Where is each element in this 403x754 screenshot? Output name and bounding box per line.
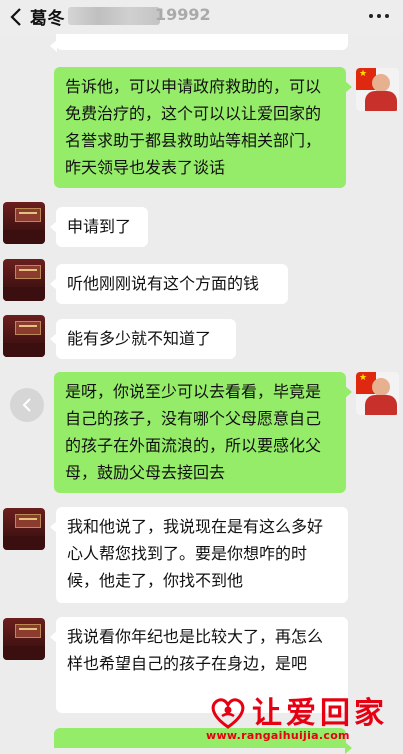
heart-hands-logo-icon	[211, 698, 245, 729]
my-avatar[interactable]: ★	[356, 372, 399, 415]
chevron-left-icon[interactable]	[10, 388, 44, 422]
contact-avatar[interactable]	[3, 315, 45, 357]
contact-avatar[interactable]	[3, 508, 45, 550]
contact-avatar[interactable]	[3, 202, 45, 244]
message-bubble-outgoing[interactable]: 是呀，你说至少可以去看看，毕竟是自己的孩子，没有哪个父母愿意自己的孩子在外面流浪…	[54, 372, 352, 493]
message-bubble-incoming[interactable]: 听他刚刚说有这个方面的钱	[50, 264, 288, 304]
contact-avatar[interactable]	[3, 259, 45, 301]
watermark-brand: 让爱回家	[252, 696, 388, 731]
chat-title: 葛冬	[30, 9, 65, 29]
message-bubble-outgoing[interactable]: 告诉他，可以申请政府救助的，可以免费治疗的，这个可以以让爱回家的名誉求助于都县救…	[54, 67, 352, 188]
redacted-contact-id	[68, 7, 160, 25]
chat-title-suffix: 19992	[155, 5, 211, 24]
chat-header: 葛冬 19992	[0, 0, 403, 34]
my-avatar[interactable]: ★	[356, 68, 399, 111]
message-bubble-incoming[interactable]: 申请到了	[50, 207, 148, 247]
message-bubble-incoming[interactable]: 我和他说了，我说现在是有这么多好心人帮您找到了。要是你想咋的时候，他走了，你找不…	[50, 507, 348, 603]
watermark-url: www.rangaihuijia.com	[206, 729, 350, 742]
back-chevron-icon[interactable]	[6, 5, 28, 29]
contact-avatar[interactable]	[3, 618, 45, 660]
message-bubble-incoming[interactable]: 能有多少就不知道了	[50, 319, 236, 359]
more-dots-icon[interactable]	[367, 8, 391, 24]
